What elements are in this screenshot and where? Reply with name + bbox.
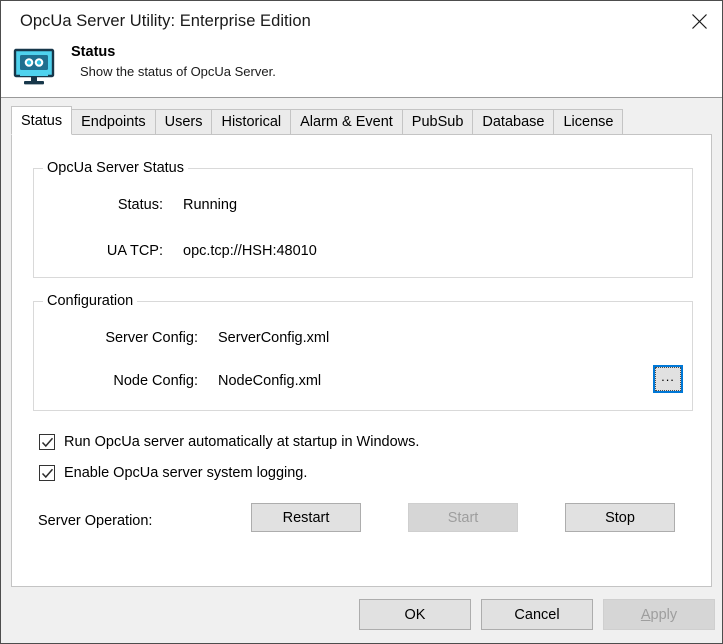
node-config-row: Node Config: NodeConfig.xml	[58, 373, 321, 389]
monitor-robot-icon	[11, 44, 57, 90]
node-config-label: Node Config:	[113, 373, 198, 389]
node-config-value: NodeConfig.xml	[218, 373, 322, 389]
browse-node-config-button[interactable]: ...	[653, 365, 683, 393]
tab-label: Endpoints	[81, 114, 146, 130]
title-bar: OpcUa Server Utility: Enterprise Edition	[1, 1, 722, 41]
group-legend-configuration: Configuration	[43, 293, 138, 309]
status-tab-panel: OpcUa Server Status Status: Running UA T…	[11, 134, 712, 587]
checkmark-icon	[39, 465, 55, 481]
header-subtitle: Show the status of OpcUa Server.	[80, 64, 276, 79]
checkbox-run-at-startup[interactable]: Run OpcUa server automatically at startu…	[39, 434, 419, 450]
apply-button-rest: pply	[650, 606, 678, 623]
status-label: Status:	[117, 197, 163, 213]
cancel-button[interactable]: Cancel	[481, 599, 593, 630]
window-title: OpcUa Server Utility: Enterprise Edition	[20, 11, 311, 30]
checkbox-enable-logging[interactable]: Enable OpcUa server system logging.	[39, 465, 307, 481]
tab-label: PubSub	[411, 114, 464, 130]
header-title: Status	[71, 44, 116, 60]
server-config-value: ServerConfig.xml	[218, 330, 330, 346]
tab-users[interactable]: Users	[154, 109, 213, 135]
tab-database[interactable]: Database	[472, 109, 555, 135]
tab-alarm-event[interactable]: Alarm & Event	[290, 109, 403, 135]
server-operation-label: Server Operation:	[38, 513, 153, 529]
tab-label: Alarm & Event	[300, 114, 393, 130]
configuration-group: Configuration Server Config: ServerConfi…	[33, 293, 693, 411]
tab-endpoints[interactable]: Endpoints	[71, 109, 156, 135]
group-legend-status: OpcUa Server Status	[43, 160, 188, 176]
restart-button-label: Restart	[282, 509, 330, 526]
ua-tcp-value: opc.tcp://HSH:48010	[183, 243, 317, 259]
tab-label: Historical	[221, 114, 282, 130]
ua-tcp-label: UA TCP:	[106, 243, 163, 259]
restart-button[interactable]: Restart	[251, 503, 361, 532]
apply-accel-letter: A	[640, 606, 651, 623]
header-texts: Status Show the status of OpcUa Server.	[71, 44, 276, 80]
tab-pubsub[interactable]: PubSub	[401, 109, 474, 135]
checkbox-label: Run OpcUa server automatically at startu…	[64, 434, 420, 450]
server-config-row: Server Config: ServerConfig.xml	[58, 330, 329, 346]
start-button-label: Start	[447, 509, 479, 526]
dialog-footer: OK Cancel Apply	[1, 587, 722, 643]
ok-button[interactable]: OK	[359, 599, 471, 630]
apply-button[interactable]: Apply	[603, 599, 715, 630]
stop-button-label: Stop	[605, 509, 635, 526]
tab-label: Database	[482, 114, 545, 130]
tab-license[interactable]: License	[553, 109, 624, 135]
tab-area: Status Endpoints Users Historical Alarm …	[1, 98, 722, 587]
status-value: Running	[183, 197, 238, 213]
header-band: Status Show the status of OpcUa Server.	[1, 41, 722, 98]
ua-tcp-row: UA TCP: opc.tcp://HSH:48010	[58, 243, 317, 259]
opcua-server-status-group: OpcUa Server Status Status: Running UA T…	[33, 160, 693, 278]
status-row: Status: Running	[58, 197, 237, 213]
ok-button-label: OK	[404, 606, 426, 623]
tab-status[interactable]: Status	[11, 106, 73, 135]
apply-button-label: Apply	[641, 607, 677, 623]
tab-label: License	[563, 114, 614, 130]
cancel-button-label: Cancel	[514, 606, 560, 623]
start-button[interactable]: Start	[408, 503, 518, 532]
tab-strip: Status Endpoints Users Historical Alarm …	[11, 106, 712, 135]
checkmark-icon	[39, 434, 55, 450]
tab-historical[interactable]: Historical	[211, 109, 292, 135]
server-config-label: Server Config:	[105, 330, 198, 346]
browse-button-label: ...	[655, 367, 681, 391]
checkbox-label: Enable OpcUa server system logging.	[64, 465, 308, 481]
dialog-window: OpcUa Server Utility: Enterprise Edition	[0, 0, 723, 644]
close-icon[interactable]	[676, 1, 722, 41]
tab-label: Status	[21, 112, 63, 129]
stop-button[interactable]: Stop	[565, 503, 675, 532]
tab-label: Users	[164, 114, 203, 130]
